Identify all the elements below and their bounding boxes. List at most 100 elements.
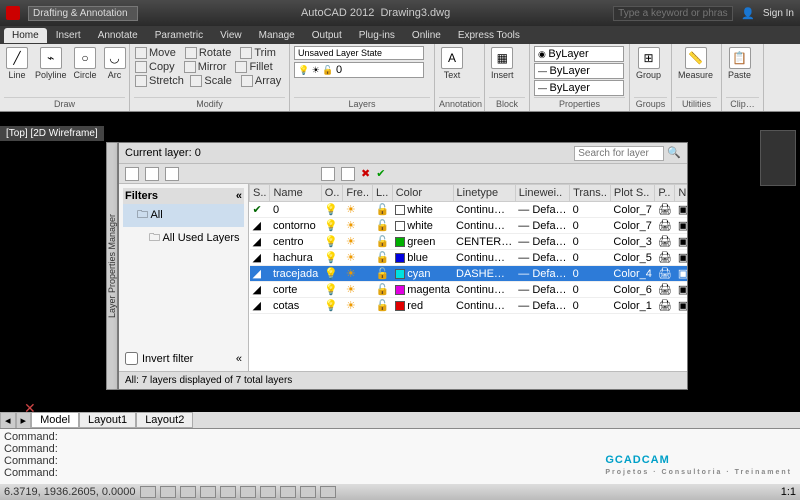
on-icon[interactable]: 💡 [324,220,338,232]
plot-icon[interactable]: 🖨 [658,284,672,296]
on-icon[interactable]: 💡 [324,268,338,280]
newvp-icon[interactable]: ▣ [678,284,687,296]
freeze-icon[interactable]: ☀ [346,268,356,280]
column-header[interactable]: Plot S.. [610,185,655,202]
color-swatch[interactable] [395,205,405,215]
insert-button[interactable]: ▦Insert [489,46,516,81]
viewcube[interactable] [760,130,796,186]
tab-prev-icon[interactable]: ◂ [0,412,16,429]
layout-tab-model[interactable]: Model [31,412,79,428]
freeze-icon[interactable]: ☀ [346,284,356,296]
freeze-layer-icon[interactable] [341,167,355,181]
on-icon[interactable]: 💡 [324,284,338,296]
dyn-toggle[interactable] [280,486,296,498]
lock-icon[interactable]: 🔓 [376,220,390,232]
collapse-icon[interactable]: « [236,190,242,202]
color-swatch[interactable] [395,221,405,231]
lineweight-cell[interactable]: — Defa… [515,218,569,234]
ortho-toggle[interactable] [180,486,196,498]
tab-view[interactable]: View [212,28,250,43]
transparency-cell[interactable]: 0 [570,282,611,298]
plot-icon[interactable]: 🖨 [658,204,672,216]
color-swatch[interactable] [395,253,405,263]
column-header[interactable]: Fre.. [343,185,373,202]
paste-button[interactable]: 📋Paste [726,46,753,81]
tab-parametric[interactable]: Parametric [147,28,211,43]
freeze-icon[interactable]: ☀ [346,300,356,312]
tab-express tools[interactable]: Express Tools [450,28,528,43]
freeze-icon[interactable]: ☀ [346,252,356,264]
annotation-scale[interactable]: 1:1 [781,486,796,498]
osnap-toggle[interactable] [220,486,236,498]
line-button[interactable]: ╱Line [4,46,30,81]
tab-annotate[interactable]: Annotate [90,28,146,43]
lock-icon[interactable]: 🔓 [376,300,390,312]
newvp-icon[interactable]: ▣ [678,220,687,232]
plotstyle-cell[interactable]: Color_7 [610,218,655,234]
newvp-icon[interactable]: ▣ [678,204,687,216]
tab-plug-ins[interactable]: Plug-ins [351,28,403,43]
linetype-cell[interactable]: Continu… [453,250,515,266]
column-header[interactable]: Trans.. [570,185,611,202]
tab-insert[interactable]: Insert [48,28,89,43]
current-layer-dropdown[interactable]: 💡 ☀ 🔓 0 [294,62,424,78]
arc-button[interactable]: ◡Arc [102,46,128,81]
color-swatch[interactable] [395,269,405,279]
layer-state-dropdown[interactable]: Unsaved Layer State [294,46,424,60]
new-group-icon[interactable] [145,167,159,181]
filter-all[interactable]: 🗀 All [123,204,244,227]
lock-icon[interactable]: 🔓 [376,268,390,280]
plotstyle-cell[interactable]: Color_6 [610,282,655,298]
on-icon[interactable]: 💡 [324,204,338,216]
plot-icon[interactable]: 🖨 [658,236,672,248]
set-current-icon[interactable]: ✔ [376,167,385,180]
tab-manage[interactable]: Manage [251,28,303,43]
layout-tab-layout2[interactable]: Layout2 [136,412,193,428]
lineweight-cell[interactable]: — Defa… [515,234,569,250]
linetype-cell[interactable]: Continu… [453,202,515,218]
lwt-toggle[interactable] [300,486,316,498]
plotstyle-cell[interactable]: Color_4 [610,266,655,282]
layer-search-input[interactable] [574,146,664,161]
tab-next-icon[interactable]: ▸ [16,412,32,429]
color-swatch[interactable] [395,301,405,311]
transparency-cell[interactable]: 0 [570,218,611,234]
stretch-button[interactable]: Stretch Scale Array [134,74,282,88]
filters-header[interactable]: Filters« [123,188,244,204]
layer-row[interactable]: ◢tracejada💡☀🔓cyanDASHE…— Defa…0Color_4🖨▣ [250,266,688,282]
snap-toggle[interactable] [140,486,156,498]
viewport-label[interactable]: [Top] [2D Wireframe] [0,126,104,141]
circle-button[interactable]: ○Circle [72,46,99,81]
transparency-cell[interactable]: 0 [570,234,611,250]
search-icon[interactable]: 🔍 [667,147,681,159]
layer-row[interactable]: ◢contorno💡☀🔓whiteContinu…— Defa…0Color_7… [250,218,688,234]
transparency-cell[interactable]: 0 [570,202,611,218]
measure-button[interactable]: 📏Measure [676,46,715,81]
plot-icon[interactable]: 🖨 [658,268,672,280]
plotstyle-cell[interactable]: Color_5 [610,250,655,266]
column-header[interactable]: N.. [675,185,687,202]
layer-row[interactable]: ◢cotas💡☀🔓redContinu…— Defa…0Color_1🖨▣ [250,298,688,314]
lineweight-cell[interactable]: — Defa… [515,298,569,314]
tab-output[interactable]: Output [304,28,350,43]
new-layer-icon[interactable] [321,167,335,181]
column-header[interactable]: Name [270,185,321,202]
column-header[interactable]: S.. [250,185,270,202]
color-dropdown[interactable]: ◉ ByLayer [534,46,624,62]
column-header[interactable]: Linetype [453,185,515,202]
filter-used[interactable]: 🗀 All Used Layers [123,227,244,250]
plotstyle-cell[interactable]: Color_3 [610,234,655,250]
lpm-title-bar[interactable]: Layer Properties Manager [106,142,118,390]
layer-states-icon[interactable] [165,167,179,181]
color-swatch[interactable] [395,237,405,247]
newvp-icon[interactable]: ▣ [678,236,687,248]
invert-filter-checkbox[interactable]: Invert filter « [123,350,244,367]
new-filter-icon[interactable] [125,167,139,181]
freeze-icon[interactable]: ☀ [346,236,356,248]
newvp-icon[interactable]: ▣ [678,300,687,312]
lineweight-cell[interactable]: — Defa… [515,250,569,266]
lock-icon[interactable]: 🔓 [376,204,390,216]
transparency-cell[interactable]: 0 [570,266,611,282]
linetype-dropdown[interactable]: — ByLayer [534,80,624,96]
group-button[interactable]: ⊞Group [634,46,663,81]
